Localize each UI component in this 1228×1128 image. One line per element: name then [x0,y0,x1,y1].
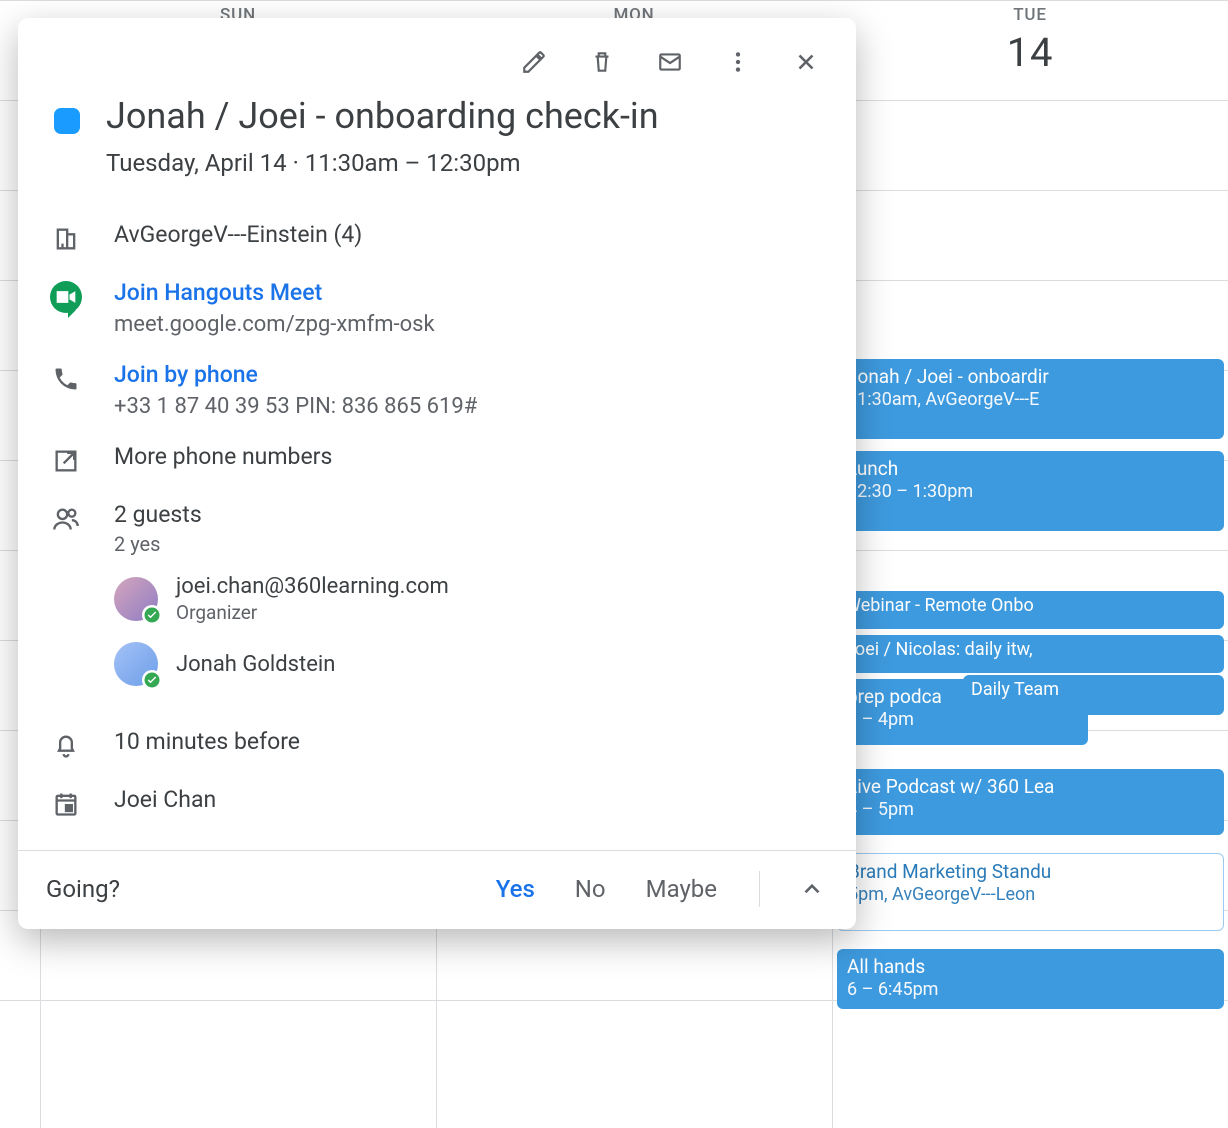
avatar [114,642,158,686]
meet-url: meet.google.com/zpg-xmfm-osk [114,312,435,337]
event-brand-standup[interactable]: Brand Marketing Standu 5pm, AvGeorgeV---… [837,853,1224,931]
calendar-owner: Joei Chan [114,786,216,813]
event-reminder[interactable]: 10 minutes before [114,728,300,755]
event-title: Jonah / Joei - onboarding check-in [106,96,659,137]
rsvp-footer: Going? Yes No Maybe [18,850,856,929]
rsvp-maybe[interactable]: Maybe [640,871,723,907]
card-actions [46,36,828,96]
delete-icon[interactable] [586,46,618,78]
guest-row[interactable]: Jonah Goldstein [114,642,449,686]
more-options-icon[interactable] [722,46,754,78]
guests-yes: 2 yes [114,532,449,556]
event-color-chip [54,108,80,134]
tue-date-number: 14 [832,29,1228,76]
day-header-tue: TUE 14 [832,1,1228,100]
join-meet-link[interactable]: Join Hangouts Meet [114,279,435,306]
guest-name: Jonah Goldstein [176,652,335,677]
event-daily-itw[interactable]: Joei / Nicolas: daily itw, [837,635,1224,673]
hangouts-icon [50,281,82,313]
guest-name: joei.chan@360learning.com [176,574,449,599]
location-icon [50,223,82,255]
guest-role: Organizer [176,601,449,624]
external-link-icon [50,445,82,477]
event-location[interactable]: AvGeorgeV---Einstein (4) [114,221,362,248]
rsvp-no[interactable]: No [569,871,612,907]
day-col-tue[interactable]: Jonah / Joei - onboardir 11:30am, AvGeor… [832,101,1228,1128]
going-label: Going? [46,875,462,903]
guests-count: 2 guests [114,501,449,528]
guest-row[interactable]: joei.chan@360learning.com Organizer [114,574,449,624]
join-phone-link[interactable]: Join by phone [114,361,477,388]
event-daily-team[interactable]: Daily Team [963,675,1224,715]
phone-number: +33 1 87 40 39 53 PIN: 836 865 619# [114,394,477,419]
guests-icon [50,503,82,535]
rsvp-check-icon [142,605,162,625]
calendar-icon [50,788,82,820]
phone-icon [50,363,82,395]
event-detail-card: Jonah / Joei - onboarding check-in Tuesd… [18,18,856,929]
event-lunch[interactable]: Lunch 12:30 – 1:30pm [837,451,1224,531]
event-onboarding[interactable]: Jonah / Joei - onboardir 11:30am, AvGeor… [837,359,1224,439]
bell-icon [50,730,82,762]
chevron-up-icon[interactable] [796,873,828,905]
rsvp-check-icon [142,670,162,690]
event-webinar[interactable]: Webinar - Remote Onbo [837,591,1224,629]
event-live-podcast[interactable]: Live Podcast w/ 360 Lea 4 – 5pm [837,769,1224,835]
event-datetime: Tuesday, April 14 · 11:30am – 12:30pm [106,149,659,177]
avatar [114,577,158,621]
more-phone-numbers[interactable]: More phone numbers [114,443,332,470]
event-all-hands[interactable]: All hands 6 – 6:45pm [837,949,1224,1009]
edit-icon[interactable] [518,46,550,78]
email-icon[interactable] [654,46,686,78]
close-icon[interactable] [790,46,822,78]
rsvp-yes[interactable]: Yes [490,871,541,907]
